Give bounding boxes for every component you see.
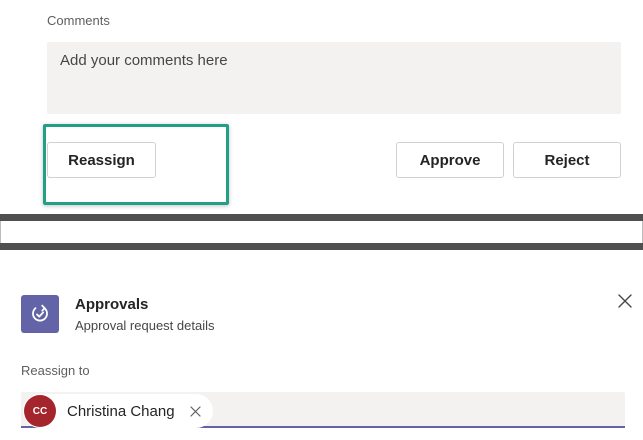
separator-bar (0, 214, 643, 221)
dialog-title: Approvals (75, 296, 149, 313)
reject-button[interactable]: Reject (513, 142, 621, 178)
reassign-button[interactable]: Reassign (47, 142, 156, 178)
approve-button[interactable]: Approve (396, 142, 504, 178)
avatar: CC (24, 395, 56, 427)
reassign-to-label: Reassign to (21, 363, 90, 378)
separator-bar (0, 243, 643, 250)
comments-placeholder: Add your comments here (60, 52, 228, 69)
remove-person-icon[interactable] (189, 404, 203, 418)
comments-input[interactable]: Add your comments here (47, 42, 621, 114)
reassign-people-picker[interactable]: CC Christina Chang (21, 392, 625, 428)
approvals-icon (21, 295, 59, 333)
approval-card: Comments Add your comments here Reassign… (0, 0, 643, 215)
person-chip[interactable]: CC Christina Chang (23, 394, 213, 428)
approvals-dialog: Approvals Approval request details Reass… (0, 250, 643, 440)
dialog-subtitle: Approval request details (75, 318, 215, 333)
person-name: Christina Chang (67, 402, 175, 420)
comments-label: Comments (47, 13, 110, 28)
close-icon[interactable] (612, 288, 638, 314)
